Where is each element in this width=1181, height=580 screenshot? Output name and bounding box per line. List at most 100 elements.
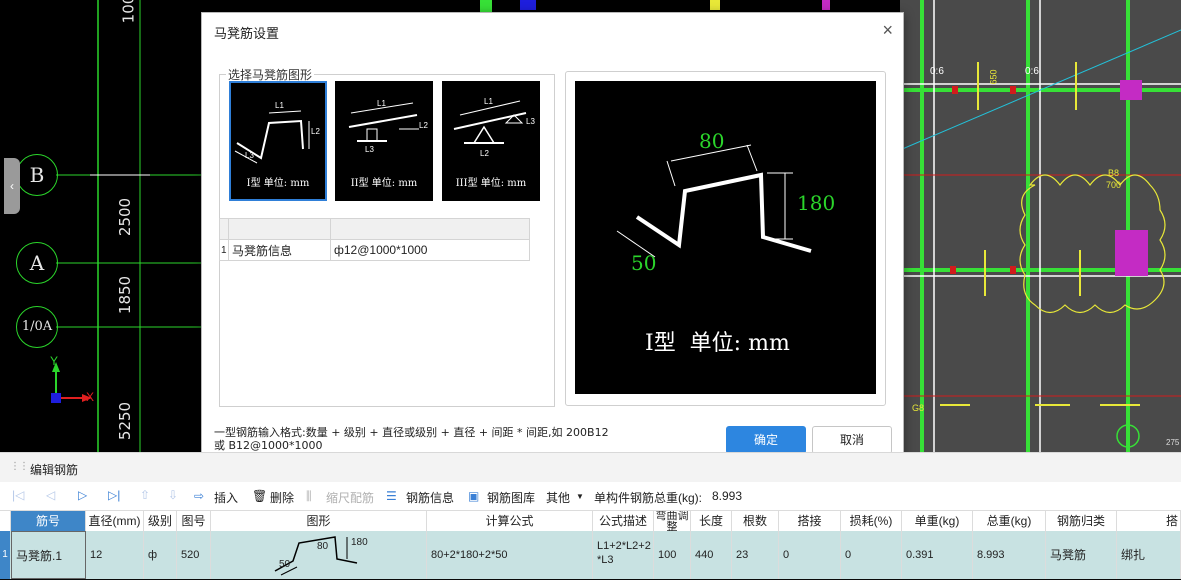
cell-diameter[interactable]: 12 (86, 531, 144, 579)
col-lap-type[interactable]: 搭 (1117, 511, 1181, 531)
insert-button[interactable]: 插入 (214, 489, 238, 506)
thumb-3-l2: L2 (480, 149, 489, 158)
input-format-hint: 一型钢筋输入格式:数量 + 级别 + 直径或级别 + 直径 + 间距 * 间距,… (214, 426, 609, 452)
col-unit-weight[interactable]: 单重(kg) (902, 511, 973, 531)
thumb-1-l2: L2 (311, 127, 320, 136)
col-formula-desc[interactable]: 公式描述 (593, 511, 654, 531)
cad-label-650: 650 (988, 69, 999, 85)
cell-unit-weight[interactable]: 0.391 (902, 531, 973, 579)
move-up-icon[interactable]: ⇧ (140, 488, 150, 502)
shape-preview-canvas: 80 180 50 I型 单位: mm (575, 81, 876, 394)
table-row[interactable]: 1 马凳筋.1 12 ф 520 80 180 50 80+2*180+2*50… (0, 531, 1181, 579)
cell-formula[interactable]: 80+2*180+2*50 (427, 531, 593, 579)
chevron-down-icon[interactable]: ▼ (576, 492, 584, 501)
cell-formula-desc[interactable]: L1+2*L2+2 *L3 (593, 531, 654, 579)
shape-l1: 80 (317, 541, 329, 552)
axis-bubble-b: B (16, 154, 58, 196)
thumb-1-l3: L3 (245, 151, 254, 160)
cell-shape[interactable]: 80 180 50 (211, 531, 427, 579)
cell-category[interactable]: 马凳筋 (1046, 531, 1117, 579)
grid-field-name: 马凳筋信息 (228, 239, 331, 261)
drag-grip-icon[interactable]: ⋮⋮ (10, 461, 29, 472)
delete-button[interactable]: 删除 (270, 489, 294, 506)
col-count[interactable]: 根数 (732, 511, 779, 531)
total-weight-label: 单构件钢筋总重(kg): (594, 491, 703, 505)
thumb-1-l1: L1 (275, 101, 284, 110)
dialog-title: 马凳筋设置 (214, 26, 280, 41)
cad-label-g8: G8 (912, 403, 925, 413)
total-weight-value: 8.993 (712, 489, 743, 503)
dimension-100: 100 (119, 0, 138, 24)
ok-button[interactable]: 确定 (726, 426, 806, 454)
formula-desc-line-2: *L3 (597, 554, 614, 566)
thumb-2-caption: II型 单位: mm (350, 178, 418, 189)
close-icon[interactable]: × (882, 20, 893, 41)
cell-length[interactable]: 440 (691, 531, 732, 579)
scale-rebar-button[interactable]: 缩尺配筋 (326, 489, 374, 506)
axis-bubble-a: A (16, 242, 58, 284)
rebar-library-button[interactable]: 钢筋图库 (487, 489, 535, 506)
shape-type-3-thumb[interactable]: L1 L3 L2 III型 单位: mm (442, 81, 540, 201)
col-diameter[interactable]: 直径(mm) (86, 511, 144, 531)
formula-desc-line-1: L1+2*L2+2 (597, 540, 651, 552)
shape-type-2-thumb[interactable]: L1 L2 L3 II型 单位: mm (335, 81, 433, 201)
rebar-info-button[interactable]: 钢筋信息 (406, 489, 454, 506)
first-row-icon[interactable]: |◁ (12, 488, 24, 502)
col-lap[interactable]: 搭接 (779, 511, 841, 531)
cell-loss[interactable]: 0 (841, 531, 902, 579)
cell-count[interactable]: 23 (732, 531, 779, 579)
col-length[interactable]: 长度 (691, 511, 732, 531)
shape-type-1-thumb[interactable]: L1 L2 L3 I型 单位: mm (229, 81, 327, 201)
cell-lap-type[interactable]: 绑扎 (1117, 531, 1181, 579)
cell-bend-adjust[interactable]: 100 (654, 531, 691, 579)
col-category[interactable]: 钢筋归类 (1046, 511, 1117, 531)
grid-row-number: 1 (219, 239, 229, 261)
preview-l3-value: 50 (631, 251, 657, 275)
col-shape[interactable]: 图形 (211, 511, 427, 531)
thumb-2-l1: L1 (377, 99, 386, 108)
grid-field-value[interactable]: ф12@1000*1000 (330, 239, 530, 261)
preview-l2-value: 180 (797, 191, 836, 215)
col-grade[interactable]: 级别 (144, 511, 177, 531)
other-menu[interactable]: 其他 (546, 489, 570, 506)
ucs-x-label: X (86, 390, 95, 404)
col-loss[interactable]: 损耗(%) (841, 511, 902, 531)
cad-label-b8: B8 (1108, 168, 1120, 178)
dimension-5250: 5250 (116, 401, 135, 441)
ucs-y-label: Y (50, 354, 59, 368)
shape-l3: 50 (279, 559, 291, 570)
thumb-3-l1: L1 (484, 97, 493, 106)
cad-label-0-6-a: 0:6 (930, 66, 944, 77)
cell-bar-no[interactable]: 马凳筋.1 (11, 531, 86, 579)
col-bend-adjust[interactable]: 弯曲调整 (654, 511, 691, 531)
prev-row-icon[interactable]: ◁ (46, 488, 55, 502)
scale-rebar-icon: ⫼ (306, 489, 312, 503)
move-down-icon[interactable]: ⇩ (168, 488, 178, 502)
side-panel-toggle[interactable]: ‹ (4, 158, 20, 214)
next-row-icon[interactable]: ▷ (78, 488, 87, 502)
dimension-1850: 1850 (116, 275, 135, 315)
cancel-button[interactable]: 取消 (812, 426, 892, 454)
last-row-icon[interactable]: ▷| (108, 488, 120, 502)
preview-caption: I型 单位: mm (645, 331, 790, 356)
hint-line-2: 或 B12@1000*1000 (214, 439, 323, 452)
cell-grade[interactable]: ф (144, 531, 177, 579)
shape-l2: 180 (351, 537, 368, 548)
col-bar-no[interactable]: 筋号 (11, 511, 86, 531)
col-fig-no[interactable]: 图号 (177, 511, 211, 531)
cell-total-weight[interactable]: 8.993 (973, 531, 1046, 579)
thumb-2-l3: L3 (365, 145, 374, 154)
thumb-2-l2: L2 (419, 121, 428, 130)
row-number: 1 (0, 531, 10, 579)
thumb-3-caption: III型 单位: mm (455, 178, 527, 189)
thumb-1-caption: I型 单位: mm (246, 178, 310, 189)
stool-info-grid[interactable]: 1 马凳筋信息 ф12@1000*1000 (219, 218, 553, 262)
cell-lap[interactable]: 0 (779, 531, 841, 579)
rebar-toolbar: |◁ ◁ ▷ ▷| ⇧ ⇩ ⇨ 插入 🗑 删除 ⫼ 缩尺配筋 ☰ 钢筋信息 ▣ … (0, 482, 1181, 510)
col-formula[interactable]: 计算公式 (427, 511, 593, 531)
rebar-table-header: 筋号 直径(mm) 级别 图号 图形 计算公式 公式描述 弯曲调整 长度 根数 … (0, 510, 1181, 532)
col-total-weight[interactable]: 总重(kg) (973, 511, 1046, 531)
insert-icon: ⇨ (194, 489, 205, 503)
cad-label-700: 700 (1106, 180, 1122, 190)
cell-fig-no[interactable]: 520 (177, 531, 211, 579)
